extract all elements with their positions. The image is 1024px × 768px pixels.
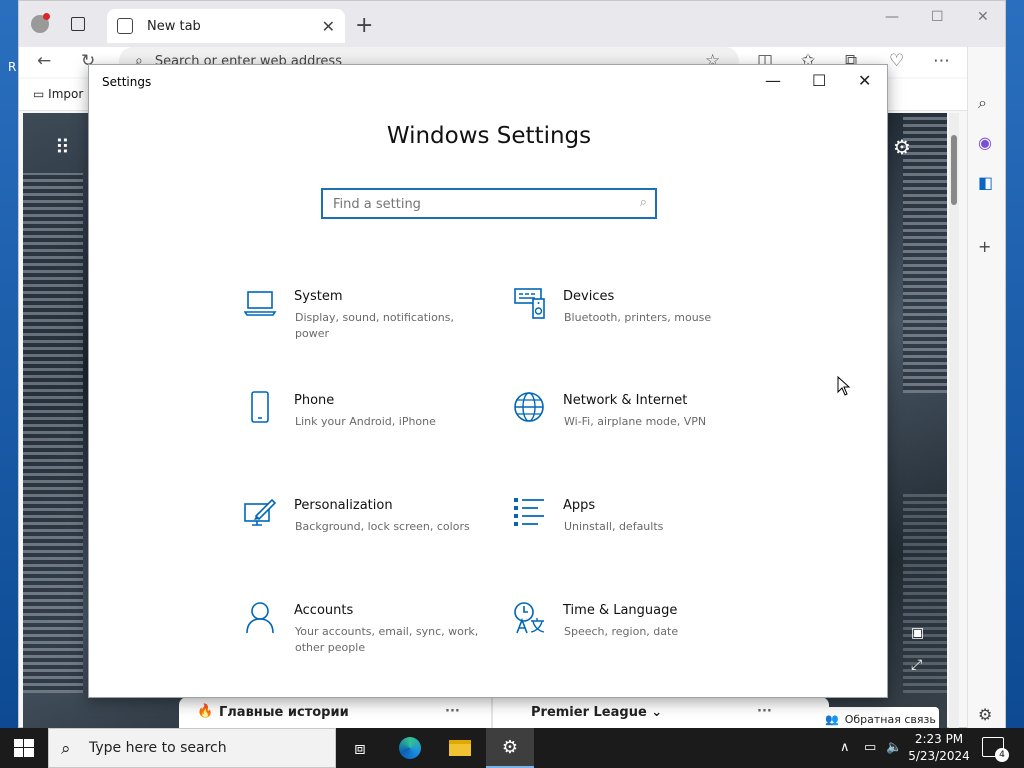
category-system[interactable]: System Display, sound, notifications, po… — [244, 287, 494, 367]
tab-close-button[interactable]: ✕ — [322, 17, 335, 36]
task-view-icon[interactable]: ⧈ — [336, 728, 384, 768]
tab-strip: New tab ✕ + — ☐ ✕ — [19, 1, 1005, 47]
apps-list-icon — [514, 498, 544, 526]
settings-search-input[interactable] — [333, 194, 623, 214]
sidebar-settings-icon[interactable]: ⚙ — [978, 705, 992, 724]
category-accounts-title: Accounts — [294, 603, 354, 618]
settings-close-button[interactable]: ✕ — [858, 71, 871, 90]
edge-sidebar: ⌕ ◉ ◧ + ⚙ — [967, 47, 1005, 729]
top-stories-more-button[interactable]: ··· — [445, 704, 460, 719]
city-building-right-lower — [903, 493, 947, 693]
browser-minimize-button[interactable]: — — [885, 9, 899, 25]
feedback-label: Обратная связь — [844, 712, 936, 726]
time-language-icon — [514, 602, 545, 634]
paint-icon — [244, 498, 277, 526]
system-clock[interactable]: 2:23 PM 5/23/2024 — [904, 731, 974, 765]
settings-search-box[interactable]: ⌕ — [321, 188, 657, 219]
tab-new-tab[interactable]: New tab ✕ — [107, 9, 345, 43]
category-devices-desc: Bluetooth, printers, mouse — [564, 311, 712, 324]
category-accounts-desc: Your accounts, email, sync, work, other … — [295, 625, 479, 654]
taskbar: ⌕ Type here to search ⧈ ⚙ ∧ ▭ 🔈 2:23 PM … — [0, 728, 1024, 768]
category-time-language-desc: Speech, region, date — [564, 625, 679, 638]
top-stories-tab[interactable]: Главные истории — [219, 705, 349, 720]
windows-start-icon[interactable] — [14, 739, 34, 757]
category-apps-title: Apps — [563, 498, 596, 513]
category-system-title: System — [294, 289, 343, 304]
page-title: Windows Settings — [386, 123, 592, 149]
category-phone-desc: Link your Android, iPhone — [295, 415, 436, 428]
category-apps[interactable]: Apps Uninstall, defaults — [513, 496, 763, 576]
globe-icon — [514, 392, 544, 422]
scrollbar-thumb[interactable] — [951, 135, 957, 205]
sidebar-search-icon[interactable]: ⌕ — [978, 93, 987, 113]
feedback-icon: 👥 — [825, 712, 839, 726]
settings-window: Settings — ☐ ✕ Windows Settings ⌕ System… — [88, 64, 888, 698]
search-icon: ⌕ — [639, 195, 647, 210]
premier-league-tab[interactable]: Premier League ⌄ — [531, 705, 662, 720]
category-accounts[interactable]: Accounts Your accounts, email, sync, wor… — [244, 601, 494, 681]
city-building-left — [23, 173, 83, 693]
category-time-language-title: Time & Language — [563, 603, 678, 618]
expand-icon[interactable]: ⤢ — [911, 657, 922, 673]
category-system-desc: Display, sound, notifications, power — [295, 311, 455, 340]
edge-taskbar-icon[interactable] — [386, 728, 434, 768]
premier-league-more-button[interactable]: ··· — [757, 704, 772, 719]
back-arrow-icon[interactable]: ← — [37, 51, 51, 71]
news-feed-bar: 🔥 Главные истории ··· Premier League ⌄ ·… — [179, 697, 829, 729]
phone-icon — [251, 391, 269, 423]
category-network-internet[interactable]: Network & Internet Wi-Fi, airplane mode,… — [513, 391, 763, 471]
page-scrollbar[interactable] — [949, 113, 959, 729]
fire-icon: 🔥 — [197, 704, 214, 719]
category-phone-title: Phone — [294, 393, 335, 408]
settings-window-title: Settings — [102, 75, 152, 89]
category-apps-desc: Uninstall, defaults — [564, 520, 664, 533]
background-image-icon[interactable]: ▣ — [911, 625, 924, 641]
category-personalization-title: Personalization — [294, 498, 393, 513]
notification-center-icon[interactable]: 4 — [982, 737, 1009, 762]
category-time-language[interactable]: Time & Language Speech, region, date — [513, 601, 763, 681]
news-divider — [491, 697, 493, 729]
sidebar-add-icon[interactable]: + — [978, 237, 991, 256]
category-devices[interactable]: Devices Bluetooth, printers, mouse — [513, 287, 763, 367]
browser-maximize-button[interactable]: ☐ — [931, 9, 944, 25]
category-phone[interactable]: Phone Link your Android, iPhone — [244, 391, 494, 471]
import-favorites-link[interactable]: ▭ Impor — [33, 87, 83, 101]
apps-grid-icon[interactable]: ⠿ — [55, 135, 71, 159]
laptop-icon — [244, 291, 277, 316]
settings-taskbar-icon[interactable]: ⚙ — [486, 728, 534, 768]
devices-icon — [514, 288, 545, 319]
browser-close-button[interactable]: ✕ — [977, 9, 989, 25]
clock-time: 2:23 PM — [914, 732, 964, 746]
desktop-icon-label: R — [8, 60, 17, 74]
tray-chevron-up-icon[interactable]: ∧ — [840, 740, 850, 755]
category-devices-title: Devices — [563, 289, 615, 304]
profile-notification-dot — [43, 13, 50, 20]
settings-minimize-button[interactable]: — — [765, 71, 781, 90]
new-tab-button[interactable]: + — [355, 13, 373, 38]
sidebar-copilot-icon[interactable]: ◉ — [978, 133, 992, 152]
settings-maximize-button[interactable]: ☐ — [812, 71, 826, 90]
new-tab-page-icon — [117, 18, 133, 34]
settings-more-icon[interactable]: ⋯ — [933, 51, 950, 71]
notification-count-badge: 4 — [995, 748, 1009, 762]
category-personalization-desc: Background, lock screen, colors — [295, 520, 470, 533]
file-explorer-icon[interactable] — [436, 728, 484, 768]
settings-title-bar[interactable]: Settings — ☐ ✕ — [89, 65, 887, 99]
taskbar-search-text: Type here to search — [89, 740, 227, 756]
browser-essentials-icon[interactable]: ♡ — [889, 51, 904, 71]
clock-date: 5/23/2024 — [908, 749, 970, 763]
page-settings-gear-icon[interactable]: ⚙ — [893, 135, 911, 159]
volume-muted-icon[interactable]: 🔈 — [886, 740, 902, 755]
sidebar-outlook-icon[interactable]: ◧ — [978, 173, 993, 192]
person-icon — [246, 602, 274, 634]
category-personalization[interactable]: Personalization Background, lock screen,… — [244, 496, 494, 576]
taskbar-search-icon: ⌕ — [61, 739, 71, 759]
tab-title: New tab — [147, 18, 201, 34]
mouse-cursor-icon — [837, 376, 851, 396]
taskbar-search-box[interactable]: ⌕ Type here to search — [48, 728, 336, 768]
category-network-title: Network & Internet — [563, 393, 688, 408]
network-icon[interactable]: ▭ — [864, 740, 876, 755]
tab-actions-icon[interactable] — [71, 17, 85, 31]
category-network-desc: Wi-Fi, airplane mode, VPN — [564, 415, 707, 428]
